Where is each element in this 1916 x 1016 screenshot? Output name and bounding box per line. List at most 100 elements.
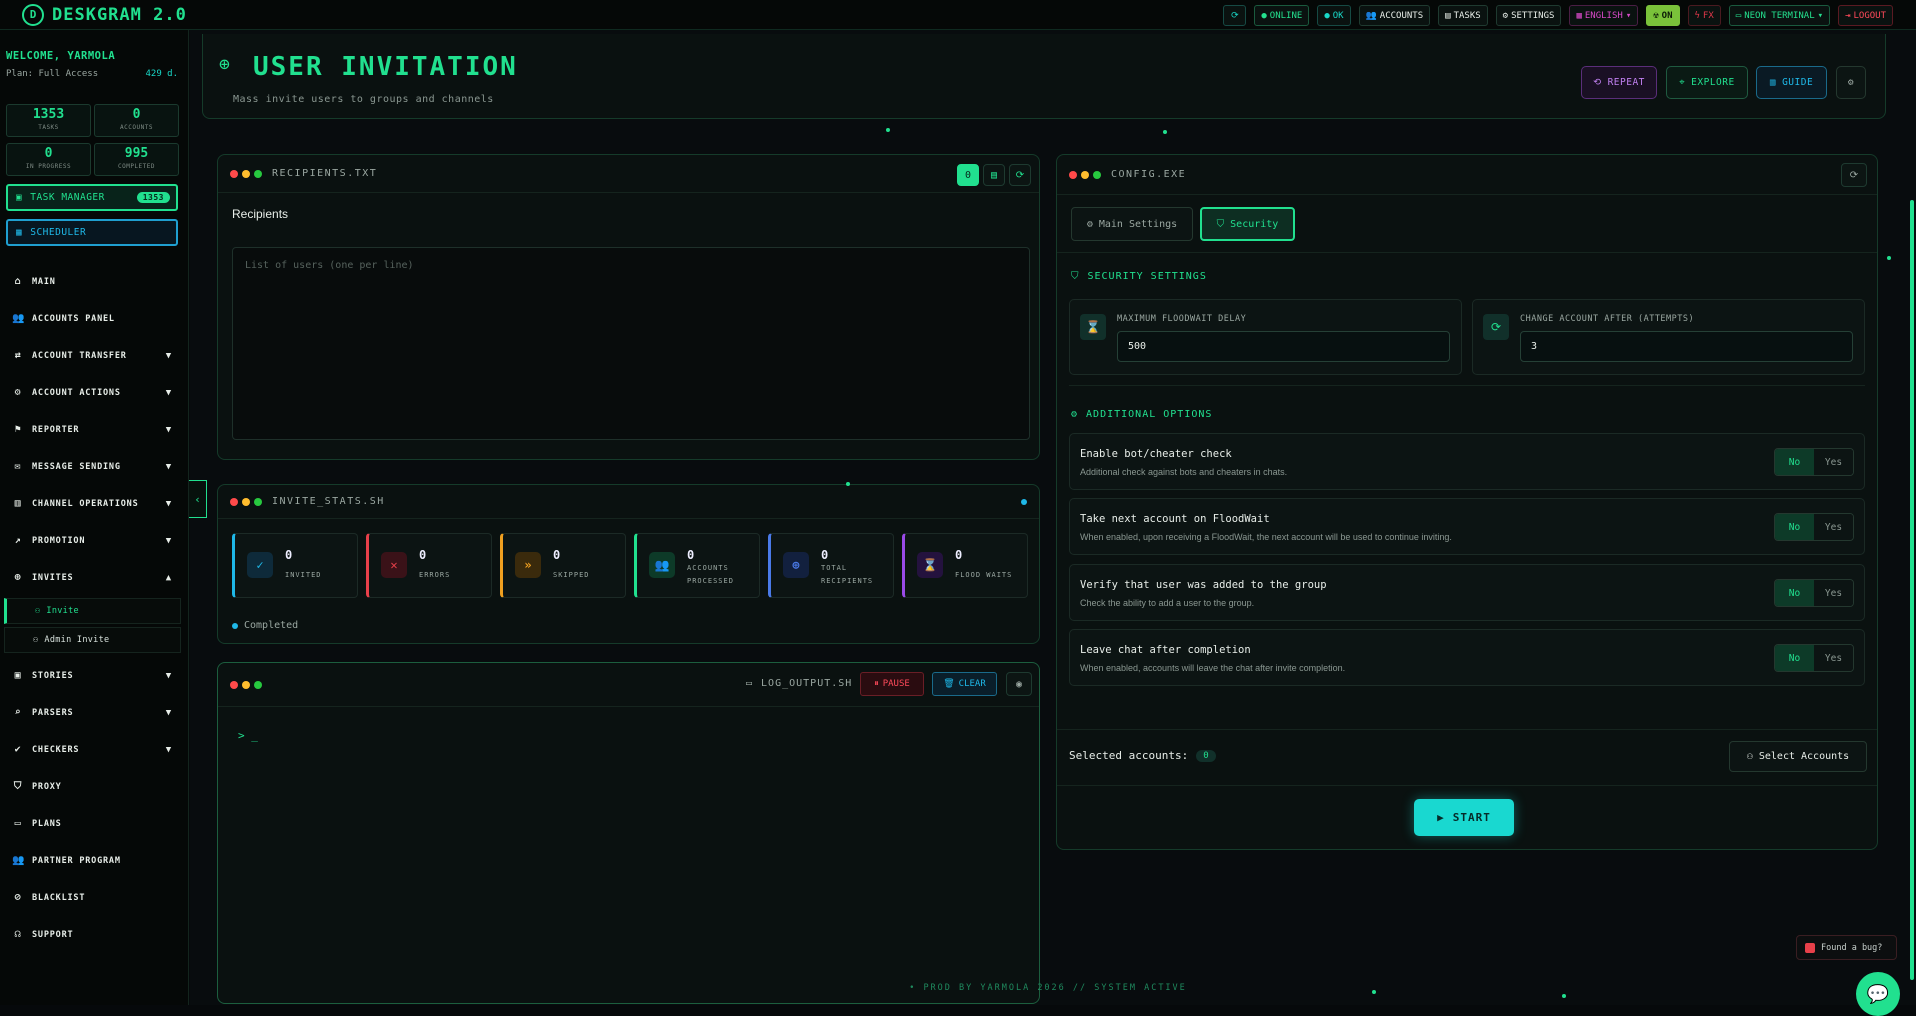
on-toggle[interactable]: ☢ ON xyxy=(1646,5,1680,26)
sidebar-item-partner-program[interactable]: 👥 PARTNER PROGRAM xyxy=(12,855,172,866)
refresh-icon[interactable]: ⟳ xyxy=(1223,5,1247,26)
logout-button[interactable]: ⇥ LOGOUT xyxy=(1838,5,1893,26)
sidebar-item-promotion[interactable]: ↗ PROMOTION ▼ xyxy=(12,535,172,546)
tab-main-settings[interactable]: ⚙ Main Settings xyxy=(1071,207,1193,241)
sidebar-item-blacklist[interactable]: ⊘ BLACKLIST xyxy=(12,892,172,903)
floodwait-toggle[interactable]: No Yes xyxy=(1774,513,1854,541)
footer-text: • PROD BY YARMOLA 2026 // SYSTEM ACTIVE xyxy=(909,983,1187,993)
sidebar-item-invites[interactable]: ⊕ INVITES ▲ xyxy=(12,572,172,583)
accounts-button[interactable]: 👥 ACCOUNTS xyxy=(1358,5,1431,26)
tasks-button[interactable]: ▤ TASKS xyxy=(1438,5,1488,26)
change-account-input[interactable]: 3 xyxy=(1520,331,1853,362)
floodwait-input[interactable]: 500 xyxy=(1117,331,1450,362)
pause-icon: ⏸ xyxy=(874,679,879,689)
scrollbar[interactable] xyxy=(1908,30,1916,1005)
bot-check-toggle[interactable]: No Yes xyxy=(1774,448,1854,476)
headset-icon: ☊ xyxy=(14,929,22,940)
chevron-left-icon: ‹ xyxy=(194,492,201,506)
verify-toggle[interactable]: No Yes xyxy=(1774,579,1854,607)
user-plus-icon: ⊕ xyxy=(219,54,230,75)
pause-button[interactable]: ⏸ PAUSE xyxy=(860,672,924,696)
sidebar-item-proxy[interactable]: ⛉ PROXY xyxy=(12,781,172,792)
sidebar-item-support[interactable]: ☊ SUPPORT xyxy=(12,929,172,940)
leave-chat-toggle[interactable]: No Yes xyxy=(1774,644,1854,672)
bug-report-button[interactable]: Found a bug? xyxy=(1796,935,1897,960)
sidebar-item-accounts-panel[interactable]: 👥 ACCOUNTS PANEL xyxy=(12,313,172,324)
sidebar-subitem-admin-invite[interactable]: ⚇ Admin Invite xyxy=(4,627,181,653)
window-title: RECIPIENTS.TXT xyxy=(272,168,378,179)
days-left: 429 d. xyxy=(145,69,178,79)
file-icon[interactable]: ▤ xyxy=(983,164,1005,186)
settings-gear-button[interactable]: ⚙ xyxy=(1836,66,1866,99)
eye-icon[interactable]: ◉ xyxy=(1006,672,1032,696)
window-titlebar: ▭ LOG_OUTPUT.SH ⏸ PAUSE 🗑 CLEAR ◉ xyxy=(218,663,1039,707)
explore-button[interactable]: ⌖ EXPLORE xyxy=(1666,66,1748,99)
decor-dot xyxy=(1372,990,1376,994)
calendar-icon: ▦ xyxy=(16,227,23,238)
tab-security[interactable]: ⛉ Security xyxy=(1200,207,1295,241)
additional-options-heading: ⚙ ADDITIONAL OPTIONS xyxy=(1071,409,1213,420)
task-manager-button[interactable]: ▣ TASK MANAGER 1353 xyxy=(6,184,178,211)
decor-dot xyxy=(1887,256,1891,260)
language-select[interactable]: ▦ ENGLISH ▾ xyxy=(1569,5,1639,26)
window-dots xyxy=(1069,171,1101,179)
shield-icon: ⛉ xyxy=(13,781,23,792)
user-block-icon: ⊘ xyxy=(14,892,22,903)
brand[interactable]: D DESKGRAM 2.0 xyxy=(0,3,220,26)
recipients-panel: RECIPIENTS.TXT 0 ▤ ⟳ Recipients List of … xyxy=(217,154,1040,460)
select-accounts-button[interactable]: ⚇ Select Accounts xyxy=(1729,741,1867,772)
repeat-button[interactable]: ⟲ REPEAT xyxy=(1581,66,1657,99)
sidebar-item-plans[interactable]: ▭ PLANS xyxy=(12,818,172,829)
fx-toggle[interactable]: ϟ FX xyxy=(1687,5,1721,26)
chevron-down-icon: ▼ xyxy=(165,498,172,509)
top-bar: D DESKGRAM 2.0 ⟳ ● ONLINE ● OK 👥 ACCOUNT… xyxy=(0,0,1916,30)
selected-accounts: Selected accounts: 0 xyxy=(1069,749,1216,762)
terminal-icon: ▭ xyxy=(746,678,754,689)
sidebar-item-parsers[interactable]: ⌕ PARSERS ▼ xyxy=(12,707,172,718)
sidebar-item-main[interactable]: ⌂ MAIN xyxy=(12,276,172,287)
window-dots xyxy=(230,681,262,689)
chevron-down-icon: ▼ xyxy=(165,387,172,398)
repeat-icon: ⟲ xyxy=(1593,77,1602,88)
divider xyxy=(1057,729,1877,730)
users-icon: 👥 xyxy=(649,552,675,578)
hourglass-icon: ⌛ xyxy=(1080,314,1106,340)
sidebar-item-reporter[interactable]: ⚑ REPORTER ▼ xyxy=(12,424,172,435)
chat-bubble-icon[interactable]: 💬 xyxy=(1856,972,1900,1016)
users-icon: 👥 xyxy=(12,313,26,324)
sidebar-subitem-invite[interactable]: ⚇ Invite xyxy=(4,598,181,624)
trash-icon: 🗑 xyxy=(943,679,955,689)
refresh-icon[interactable]: ⟳ xyxy=(1841,163,1867,187)
recipients-placeholder: List of users (one per line) xyxy=(245,260,414,271)
sidebar-item-channel-operations[interactable]: ▥ CHANNEL OPERATIONS ▼ xyxy=(12,498,172,509)
floodwait-field-box: ⌛ MAXIMUM FLOODWAIT DELAY 500 xyxy=(1069,299,1462,375)
guide-button[interactable]: ▥ GUIDE xyxy=(1756,66,1827,99)
recipients-textarea[interactable]: List of users (one per line) xyxy=(232,247,1030,440)
sidebar-item-message-sending[interactable]: ✉ MESSAGE SENDING ▼ xyxy=(12,461,172,472)
option-verify-added: Verify that user was added to the group C… xyxy=(1069,564,1865,621)
sidebar-item-checkers[interactable]: ✔ CHECKERS ▼ xyxy=(12,744,172,755)
scheduler-button[interactable]: ▦ SCHEDULER xyxy=(6,219,178,246)
chart-icon: ↗ xyxy=(14,535,22,546)
refresh-icon[interactable]: ⟳ xyxy=(1009,164,1031,186)
clear-button[interactable]: 🗑 CLEAR xyxy=(932,672,997,696)
wallet-icon: ▭ xyxy=(14,818,22,829)
sidebar-item-account-transfer[interactable]: ⇄ ACCOUNT TRANSFER ▼ xyxy=(12,350,172,361)
sidebar-item-stories[interactable]: ▣ STORIES ▼ xyxy=(12,670,172,681)
user-icon: ⚇ xyxy=(33,635,39,645)
bug-icon xyxy=(1805,942,1815,953)
play-icon: ▶ xyxy=(1437,811,1445,824)
stat-accounts: 0 ACCOUNTS xyxy=(94,104,179,137)
scrollbar-thumb[interactable] xyxy=(1910,200,1914,980)
stat-card-total-recipients: ⊕ 0 TOTAL RECIPIENTS xyxy=(768,533,894,598)
chevron-down-icon: ▼ xyxy=(165,707,172,718)
collapse-sidebar-button[interactable]: ‹ xyxy=(189,480,207,518)
start-button[interactable]: ▶ START xyxy=(1414,799,1514,836)
sidebar-item-account-actions[interactable]: ⚙ ACCOUNT ACTIONS ▼ xyxy=(12,387,172,398)
window-titlebar: RECIPIENTS.TXT 0 ▤ ⟳ xyxy=(218,155,1039,193)
zero-button[interactable]: 0 xyxy=(957,164,979,186)
theme-select[interactable]: ▭ NEON TERMINAL ▾ xyxy=(1728,5,1831,26)
shield-icon: ⛉ xyxy=(1071,271,1080,282)
settings-button[interactable]: ⚙ SETTINGS xyxy=(1495,5,1562,26)
chat-icon: ✉ xyxy=(14,461,22,472)
